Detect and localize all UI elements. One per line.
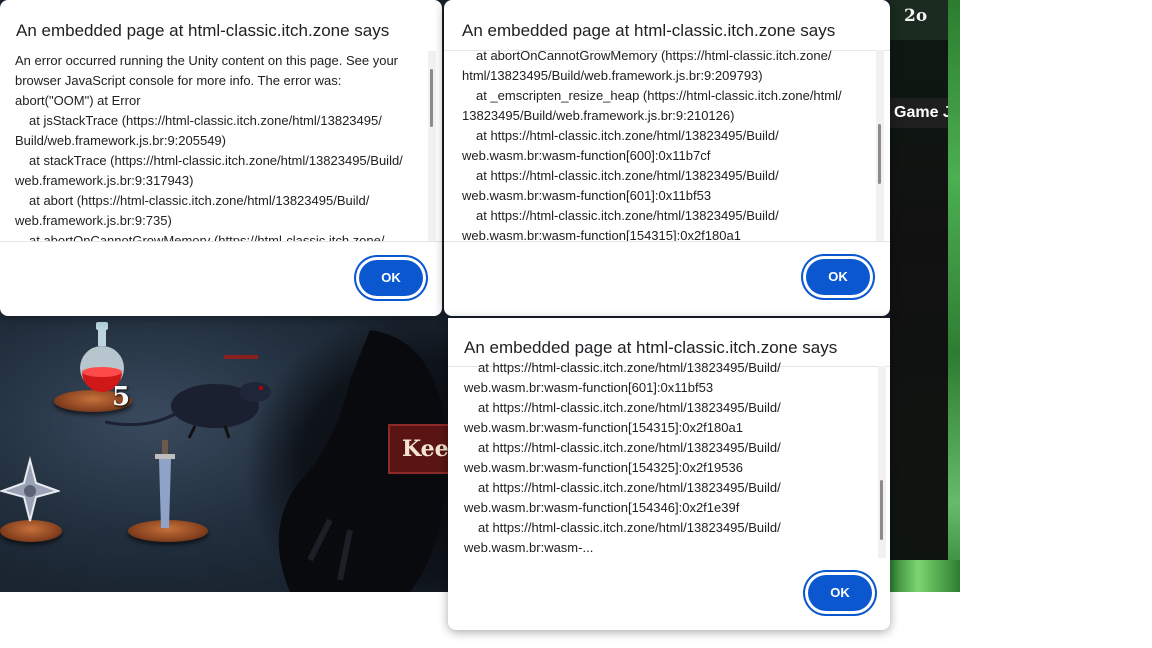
sword-icon <box>155 440 175 528</box>
message-line: web.wasm.br:wasm-function[154346]:0x2f1e… <box>464 500 740 515</box>
scroll-thumb[interactable] <box>430 69 433 127</box>
message-line: browser JavaScript console for more info… <box>15 73 342 88</box>
message-line: web.wasm.br:wasm-function[154315]:0x2f18… <box>462 228 741 241</box>
message-line: at https://html-classic.itch.zone/html/1… <box>476 168 779 183</box>
message-line: Build/web.framework.js.br:9:205549) <box>15 133 226 148</box>
message-line: web.wasm.br:wasm-function[601]:0x11bf53 <box>462 188 712 203</box>
alert-dialog-3: An embedded page at html-classic.itch.zo… <box>448 318 890 630</box>
dialog-message: An error occurred running the Unity cont… <box>15 51 422 241</box>
dialog-divider <box>444 241 890 242</box>
shuriken-icon <box>0 456 60 522</box>
message-line: at https://html-classic.itch.zone/html/1… <box>476 208 779 223</box>
dialog-title: An embedded page at html-classic.itch.zo… <box>16 21 390 40</box>
message-line: web.framework.js.br:9:317943) <box>15 173 194 188</box>
message-scrollbar[interactable] <box>878 366 886 558</box>
message-line: at https://html-classic.itch.zone/html/1… <box>478 400 781 415</box>
message-line: at https://html-classic.itch.zone/html/1… <box>476 128 779 143</box>
rat-enemy-icon <box>105 382 271 439</box>
green-border-bottom <box>890 560 960 592</box>
alert-dialog-1: An embedded page at html-classic.itch.zo… <box>0 0 442 316</box>
green-border <box>948 0 960 592</box>
alert-dialog-2: An embedded page at html-classic.itch.zo… <box>444 0 890 316</box>
message-line: web.wasm.br:wasm-function[154315]:0x2f18… <box>464 420 743 435</box>
message-line: at stackTrace (https://html-classic.itch… <box>29 153 403 168</box>
message-line: at abort (https://html-classic.itch.zone… <box>29 193 370 208</box>
dialog-title: An embedded page at html-classic.itch.zo… <box>462 21 836 40</box>
message-line: web.wasm.br:wasm-function[154325]:0x2f19… <box>464 460 743 475</box>
dialog-title: An embedded page at html-classic.itch.zo… <box>464 338 838 357</box>
score-counter: 2o <box>904 6 928 26</box>
message-scrollbar[interactable] <box>428 51 436 241</box>
message-line: at https://html-classic.itch.zone/html/1… <box>478 480 781 495</box>
message-line: web.framework.js.br:9:735) <box>15 213 172 228</box>
scroll-thumb[interactable] <box>878 124 881 184</box>
message-line: at abortOnCannotGrowMemory (https://html… <box>29 233 385 241</box>
message-line: at https://html-classic.itch.zone/html/1… <box>478 360 781 375</box>
message-line: at jsStackTrace (https://html-classic.it… <box>29 113 382 128</box>
message-line: at https://html-classic.itch.zone/html/1… <box>478 440 781 455</box>
message-line: An error occurred running the Unity cont… <box>15 53 398 68</box>
message-line: web.wasm.br:wasm-function[600]:0x11b7cf <box>462 148 711 163</box>
message-line: web.wasm.br:wasm-... <box>464 540 594 555</box>
dialog-message: at abortOnCannotGrowMemory (https://html… <box>462 46 870 241</box>
message-line: html/13823495/Build/web.framework.js.br:… <box>462 68 763 83</box>
message-line: at https://html-classic.itch.zone/html/1… <box>478 520 781 535</box>
message-line: abort("OOM") at Error <box>15 93 141 108</box>
dialog-divider <box>0 241 442 242</box>
message-line: web.wasm.br:wasm-function[601]:0x11bf53 <box>464 380 714 395</box>
ok-button[interactable]: OK <box>359 260 423 296</box>
enemy-health-bar <box>224 355 258 359</box>
scroll-thumb[interactable] <box>880 480 883 540</box>
message-line: at abortOnCannotGrowMemory (https://html… <box>476 48 832 63</box>
message-line: 13823495/Build/web.framework.js.br:9:210… <box>462 108 735 123</box>
message-scrollbar[interactable] <box>876 50 884 241</box>
dialog-message: at https://html-classic.itch.zone/html/1… <box>464 358 870 558</box>
message-line: at _emscripten_resize_heap (https://html… <box>476 88 842 103</box>
ok-button[interactable]: OK <box>808 575 872 611</box>
ok-button[interactable]: OK <box>806 259 870 295</box>
